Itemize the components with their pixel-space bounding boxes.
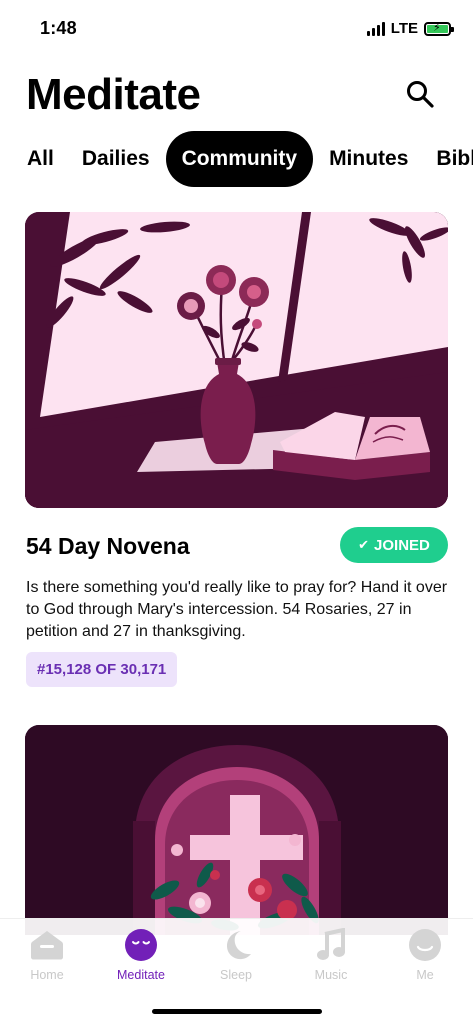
tab-bible[interactable]: Bible [422,131,473,187]
tab-all[interactable]: All [0,131,68,187]
status-bar: 1:48 LTE ⚡ [0,0,473,58]
rank-badge: #15,128 OF 30,171 [26,652,178,687]
tab-bar-sleep[interactable]: Sleep [189,927,283,982]
joined-button[interactable]: ✔ JOINED [340,527,448,563]
card-title[interactable]: 54 Day Novena [26,533,190,560]
network-type: LTE [390,20,418,37]
tab-bar-home[interactable]: Home [0,927,94,982]
tab-bar-me[interactable]: Me [378,927,472,982]
tab-bar-label: Meditate [117,968,165,982]
home-indicator[interactable] [152,1009,322,1014]
tab-bar-music[interactable]: Music [284,927,378,982]
tab-community[interactable]: Community [165,131,314,187]
status-time: 1:48 [40,18,77,38]
cross-roses-arch-illustration [25,725,448,935]
home-icon [29,927,65,963]
cellular-signal-icon [366,21,385,36]
battery-icon: ⚡ [424,21,454,36]
tab-bar-label: Sleep [220,968,252,982]
profile-icon [407,927,443,963]
checkmark-icon: ✔ [358,537,370,552]
music-note-icon [313,927,349,963]
status-indicators: LTE ⚡ [366,20,454,37]
card-description: Is there something you'd really like to … [26,579,448,640]
search-icon [407,81,434,108]
tab-bar-label: Music [314,968,348,982]
meditate-icon [123,927,159,963]
bottom-tab-bar: Home Meditate Sleep Music Me [0,918,473,1024]
novena-card-image[interactable] [25,212,448,508]
tab-bar-label: Me [416,968,434,982]
search-button[interactable] [404,78,436,110]
cross-card-image[interactable] [25,725,448,935]
page-title: Meditate [26,70,201,119]
joined-label: JOINED [374,536,430,554]
tab-bar-label: Home [30,968,64,982]
tab-dailies[interactable]: Dailies [68,131,164,187]
tab-bar-meditate[interactable]: Meditate [94,927,188,982]
category-tabs: All Dailies Community Minutes Bible [0,131,473,187]
roses-vase-bible-illustration [25,212,448,508]
moon-icon [218,927,254,963]
tab-minutes[interactable]: Minutes [315,131,422,187]
